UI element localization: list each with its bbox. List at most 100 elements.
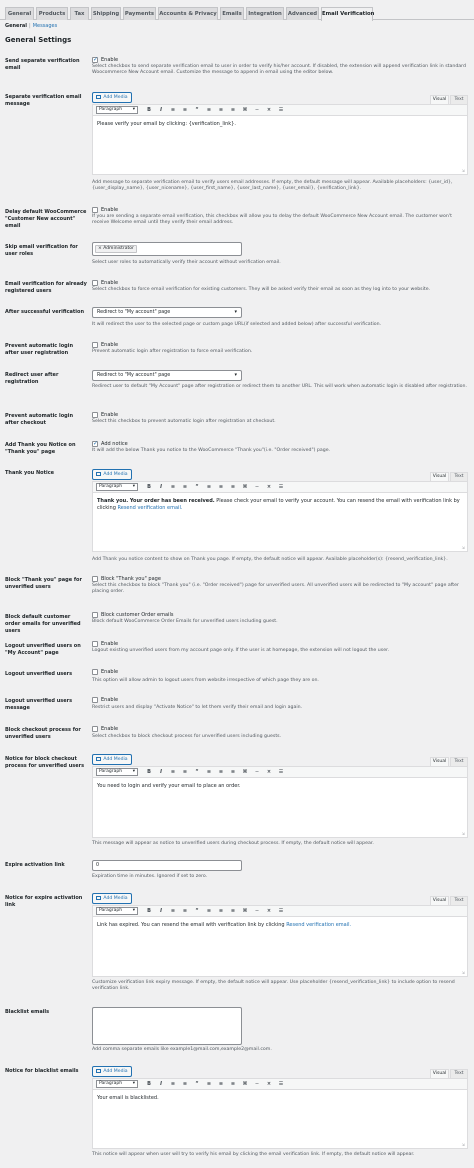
format-select[interactable]: Paragraph (96, 768, 138, 776)
remove-link-icon[interactable]: × (263, 908, 275, 915)
editor-content[interactable]: Your email is blacklisted. (93, 1090, 467, 1107)
align-right-icon[interactable]: ≡ (227, 769, 239, 776)
link-icon[interactable]: ⌘ (239, 1081, 251, 1088)
bullet-list-icon[interactable]: ≡ (167, 1081, 179, 1088)
add-media-button[interactable]: Add Media (92, 469, 132, 480)
remove-link-icon[interactable]: × (263, 484, 275, 491)
resize-grip-icon[interactable]: ⇲ (462, 1142, 465, 1147)
text-tab[interactable]: Text (450, 896, 468, 905)
toolbar-toggle-icon[interactable]: ☰ (275, 484, 287, 491)
link-icon[interactable]: ⌘ (239, 769, 251, 776)
already-registered-checkbox[interactable] (92, 280, 98, 286)
italic-icon[interactable]: I (155, 769, 167, 776)
checkbox-row[interactable]: Enable (92, 640, 468, 648)
expire-minutes-input[interactable]: 0 (92, 860, 242, 871)
tab-tax[interactable]: Tax (70, 7, 89, 20)
prevent-login-checkout-checkbox[interactable] (92, 412, 98, 418)
numbered-list-icon[interactable]: ≡ (179, 484, 191, 491)
checkbox-row[interactable]: Enable (92, 725, 468, 733)
editor-content[interactable]: Thank you. Your order has been received.… (93, 493, 467, 518)
format-select[interactable]: Paragraph (96, 106, 138, 114)
blockquote-icon[interactable]: “ (191, 769, 203, 776)
italic-icon[interactable]: I (155, 1081, 167, 1088)
horizontal-line-icon[interactable]: ─ (251, 769, 263, 776)
visual-tab[interactable]: Visual (430, 757, 449, 766)
tab-email-verification[interactable]: Email Verification (321, 7, 374, 21)
tab-advanced[interactable]: Advanced (286, 7, 319, 20)
tab-integration[interactable]: Integration (246, 7, 284, 20)
horizontal-line-icon[interactable]: ─ (251, 484, 263, 491)
editor-content[interactable]: Link has expired. You can resend the ema… (93, 917, 467, 934)
numbered-list-icon[interactable]: ≡ (179, 769, 191, 776)
visual-tab[interactable]: Visual (430, 472, 449, 481)
editor-content[interactable]: Please verify your email by clicking: {v… (93, 116, 467, 133)
visual-tab[interactable]: Visual (430, 1069, 449, 1078)
text-tab[interactable]: Text (450, 1069, 468, 1078)
align-left-icon[interactable]: ≡ (203, 1081, 215, 1088)
bullet-list-icon[interactable]: ≡ (167, 908, 179, 915)
align-center-icon[interactable]: ≡ (215, 107, 227, 114)
subnav-general[interactable]: General (5, 23, 27, 29)
bold-icon[interactable]: B (143, 107, 155, 114)
subnav-messages[interactable]: Messages (33, 23, 58, 29)
italic-icon[interactable]: I (155, 484, 167, 491)
horizontal-line-icon[interactable]: ─ (251, 1081, 263, 1088)
bold-icon[interactable]: B (143, 908, 155, 915)
link-icon[interactable]: ⌘ (239, 107, 251, 114)
add-media-button[interactable]: Add Media (92, 754, 132, 765)
blockquote-icon[interactable]: “ (191, 1081, 203, 1088)
block-thankyou-checkbox[interactable] (92, 576, 98, 582)
align-right-icon[interactable]: ≡ (227, 1081, 239, 1088)
bold-icon[interactable]: B (143, 1081, 155, 1088)
bullet-list-icon[interactable]: ≡ (167, 107, 179, 114)
add-media-button[interactable]: Add Media (92, 92, 132, 103)
separate-email-checkbox[interactable] (92, 56, 98, 64)
visual-tab[interactable]: Visual (430, 896, 449, 905)
block-order-emails-checkbox[interactable] (92, 612, 98, 618)
logout-message-checkbox[interactable] (92, 697, 98, 703)
checkbox-row[interactable]: Enable (92, 206, 468, 214)
resize-grip-icon[interactable]: ⇲ (462, 831, 465, 836)
align-left-icon[interactable]: ≡ (203, 769, 215, 776)
after-verification-select[interactable]: Redirect to "My account" page (92, 307, 242, 318)
horizontal-line-icon[interactable]: ─ (251, 107, 263, 114)
delay-welcome-checkbox[interactable] (92, 207, 98, 213)
remove-link-icon[interactable]: × (263, 1081, 275, 1088)
tab-shipping[interactable]: Shipping (91, 7, 121, 20)
resize-grip-icon[interactable]: ⇲ (462, 545, 465, 550)
italic-icon[interactable]: I (155, 908, 167, 915)
align-right-icon[interactable]: ≡ (227, 107, 239, 114)
role-chip-administrator[interactable]: × Administrator (95, 245, 137, 253)
logout-myaccount-checkbox[interactable] (92, 641, 98, 647)
bullet-list-icon[interactable]: ≡ (167, 484, 179, 491)
tab-general[interactable]: General (5, 7, 34, 20)
bold-icon[interactable]: B (143, 484, 155, 491)
align-right-icon[interactable]: ≡ (227, 484, 239, 491)
resend-verification-link[interactable]: Resend verification email. (118, 505, 183, 511)
tab-emails[interactable]: Emails (220, 7, 244, 20)
toolbar-toggle-icon[interactable]: ☰ (275, 107, 287, 114)
checkbox-row[interactable]: Block "Thank you" page (92, 575, 468, 583)
rich-text-editor[interactable]: Paragraph BI≡≡“≡≡≡⌘─×☰ Link has expired.… (92, 905, 468, 977)
blockquote-icon[interactable]: “ (191, 908, 203, 915)
text-tab[interactable]: Text (450, 95, 468, 104)
tab-products[interactable]: Products (36, 7, 68, 20)
align-left-icon[interactable]: ≡ (203, 484, 215, 491)
bold-icon[interactable]: B (143, 769, 155, 776)
remove-link-icon[interactable]: × (263, 107, 275, 114)
toolbar-toggle-icon[interactable]: ☰ (275, 1081, 287, 1088)
resize-grip-icon[interactable]: ⇲ (462, 168, 465, 173)
align-center-icon[interactable]: ≡ (215, 484, 227, 491)
block-checkout-checkbox[interactable] (92, 726, 98, 732)
checkbox-row[interactable]: Enable (92, 279, 468, 287)
numbered-list-icon[interactable]: ≡ (179, 908, 191, 915)
redirect-after-reg-select[interactable]: Redirect to "My account" page (92, 370, 242, 381)
align-center-icon[interactable]: ≡ (215, 1081, 227, 1088)
checkbox-row[interactable]: Enable (92, 696, 468, 704)
format-select[interactable]: Paragraph (96, 483, 138, 491)
editor-content[interactable]: You need to login and verify your email … (93, 778, 467, 795)
checkbox-row[interactable]: Add notice (92, 440, 468, 448)
italic-icon[interactable]: I (155, 107, 167, 114)
align-left-icon[interactable]: ≡ (203, 107, 215, 114)
thankyou-add-checkbox[interactable] (92, 440, 98, 448)
